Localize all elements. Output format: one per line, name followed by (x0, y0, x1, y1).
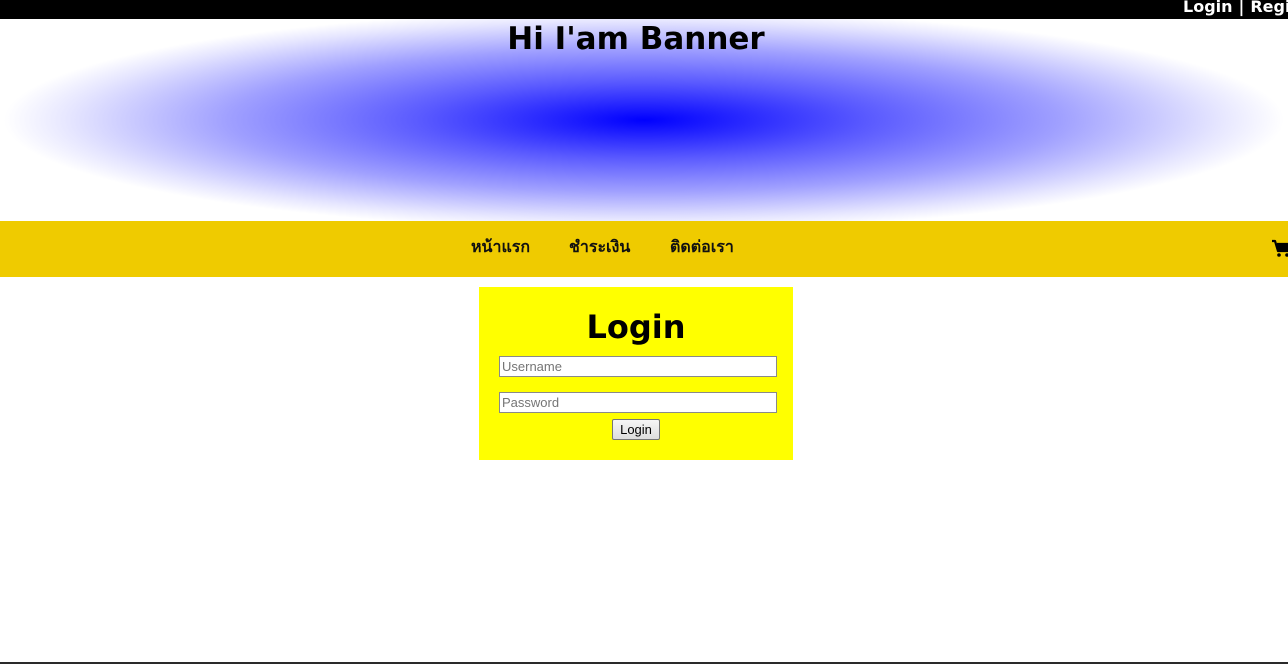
banner: Hi I'am Banner (0, 19, 1288, 221)
login-link[interactable]: Login (1183, 0, 1233, 16)
login-submit-button[interactable]: Login (612, 419, 660, 440)
nav-item-contact[interactable]: ติดต่อเรา (670, 236, 734, 258)
register-link[interactable]: Register (1250, 0, 1288, 16)
main-nav: หน้าแรก ชำระเงิน ติดต่อเรา (0, 221, 1288, 277)
shopping-cart-icon[interactable] (1271, 238, 1288, 258)
banner-title: Hi I'am Banner (507, 21, 765, 57)
login-title: Login (586, 308, 686, 346)
nav-item-home[interactable]: หน้าแรก (471, 236, 530, 258)
link-separator: | (1238, 0, 1245, 16)
account-links: Login | Register (1183, 0, 1288, 17)
login-form: Login Login (479, 287, 793, 460)
password-input[interactable] (499, 392, 777, 413)
username-input[interactable] (499, 356, 777, 377)
nav-item-payment[interactable]: ชำระเงิน (569, 236, 630, 258)
top-bar: Login | Register (0, 0, 1288, 19)
